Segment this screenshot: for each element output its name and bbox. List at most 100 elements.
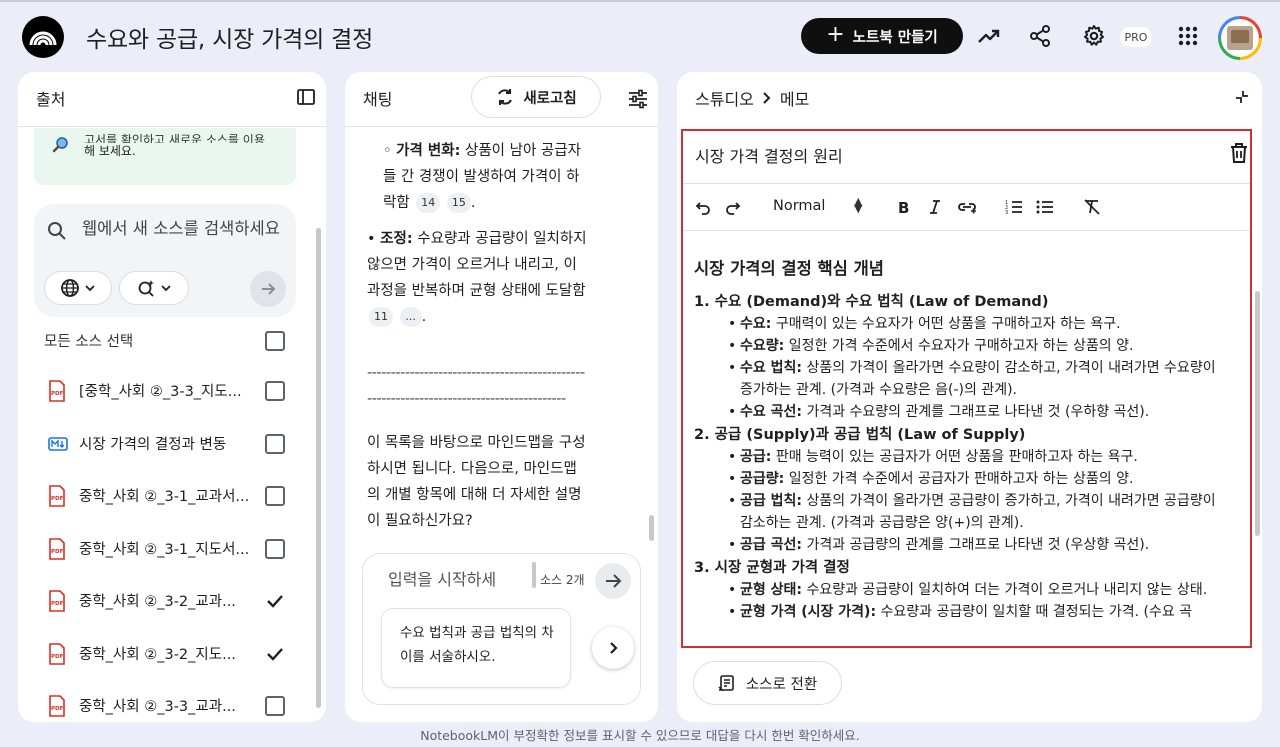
closing-text: 이 목록을 바탕으로 마인드맵을 구성하시면 됩니다. 다음으로, 마인드맵의 …	[367, 435, 586, 529]
source-item[interactable]: PDF 중학_사회 ②_3-2_지도...	[18, 641, 318, 681]
source-item-checkbox[interactable]	[265, 643, 285, 664]
adjust-label: 조정:	[380, 231, 413, 247]
citation-chip[interactable]: 11	[369, 307, 393, 327]
note-bullet-list: 수요: 구매력이 있는 수요자가 어떤 상품을 구매하고자 하는 욕구.수요량:…	[728, 313, 1224, 423]
source-item-checkbox[interactable]	[265, 433, 285, 454]
sparkle-search-icon	[138, 280, 154, 297]
chat-panel: 채팅 새로고침 ◦ 가격 변화: 상품이 남아 공급자들 간 경쟁이 발생하여 …	[345, 72, 658, 722]
note-bullet-item: 공급량: 일정한 가격 수준에서 공급자가 판매하고자 하는 상품의 양.	[728, 468, 1224, 490]
svg-text:B: B	[898, 199, 909, 215]
collapse-panel-icon[interactable]	[1233, 88, 1251, 110]
chat-settings-icon[interactable]	[627, 88, 649, 114]
breadcrumb-studio[interactable]: 스튜디오	[695, 86, 754, 110]
note-bullet-item: 균형 가격 (시장 가격): 수요량과 공급량이 일치할 때 결정되는 가격. …	[728, 601, 1224, 623]
chat-input[interactable]: 입력을 시작하세요...	[388, 567, 516, 597]
chevron-right-icon	[763, 92, 771, 104]
redo-icon[interactable]	[725, 199, 741, 219]
source-item-label: 중학_사회 ②_3-3_교과...	[79, 699, 236, 715]
undo-icon[interactable]	[695, 199, 711, 219]
gear-icon[interactable]	[1079, 21, 1109, 51]
source-item[interactable]: PDF 중학_사회 ②_3-1_지도서...	[18, 536, 318, 576]
source-item-checkbox[interactable]	[265, 538, 285, 559]
source-item-checkbox[interactable]	[265, 486, 285, 506]
divider-text: ----------------------------------------…	[367, 365, 585, 407]
note-bullet-item: 공급 법칙: 상품의 가격이 올라가면 공급량이 증가하고, 가격이 내려가면 …	[728, 490, 1224, 534]
convert-to-source-button[interactable]: 소스로 전환	[693, 661, 842, 705]
sources-scrollbar[interactable]	[316, 228, 321, 708]
discover-hint-card: 고서를 확인하고 새로운 소스를 이용 해 보세요.	[34, 128, 296, 185]
panel-collapse-icon[interactable]	[296, 87, 316, 111]
chat-input-card: 입력을 시작하세요... 소스 2개 수요 법칙과 공급 법칙의 차이를 서술하…	[362, 553, 641, 705]
note-definition: 판매 능력이 있는 공급자가 어떤 상품을 판매하고자 하는 욕구.	[775, 449, 1138, 465]
chevron-down-icon	[85, 285, 95, 292]
svg-text:PDF: PDF	[51, 601, 64, 607]
note-bullet-item: 공급 곡선: 가격과 공급량의 관계를 그래프로 나타낸 것 (우상향 곡선).	[728, 534, 1224, 556]
note-editor: 시장 가격 결정의 원리 Normal ▲ ▼ B 123 시장 가격의 결정 …	[681, 129, 1260, 648]
chat-paragraph-price-change: ◦ 가격 변화: 상품이 남아 공급자들 간 경쟁이 발생하여 가격이 하락함 …	[383, 143, 581, 213]
suggested-question-text: 수요 법칙과 공급 법칙의 차이를 서술하시오.	[400, 625, 554, 665]
web-source-search[interactable]: 웹에서 새 소스를 검색하세요	[34, 204, 296, 317]
citation-more-chip[interactable]: ...	[399, 307, 422, 327]
source-item[interactable]: PDF [중학_사회 ②_3-3_지도...	[18, 378, 318, 418]
source-item[interactable]: PDF 중학_사회 ②_3-3_교과...	[18, 693, 318, 722]
source-item-label: 중학_사회 ②_3-2_교과...	[79, 594, 236, 610]
sources-title: 출처	[36, 90, 66, 109]
source-item-checkbox[interactable]	[265, 696, 285, 716]
share-icon[interactable]	[1025, 21, 1055, 51]
note-definition: 가격과 공급량의 관계를 그래프로 나타낸 것 (우상향 곡선).	[806, 537, 1150, 553]
bold-icon[interactable]: B	[896, 199, 912, 219]
italic-icon[interactable]	[927, 199, 943, 219]
select-all-checkbox[interactable]	[265, 331, 285, 351]
citation-chip[interactable]: 15	[446, 193, 471, 213]
research-mode-dropdown[interactable]	[119, 271, 189, 305]
apps-grid-icon[interactable]	[1173, 21, 1203, 51]
refresh-button[interactable]: 새로고침	[471, 76, 601, 118]
price-change-label: 가격 변화:	[396, 143, 461, 159]
note-term: 공급 곡선:	[740, 537, 802, 553]
source-item[interactable]: 시장 가격의 결정과 변동	[18, 431, 318, 471]
notebook-title[interactable]: 수요와 공급, 시장 가격의 결정	[86, 20, 373, 54]
note-content[interactable]: 시장 가격의 결정 핵심 개념 1. 수요 (Demand)와 수요 법칙 (L…	[694, 255, 1224, 645]
chat-scrollbar[interactable]	[649, 515, 654, 541]
source-item-checkbox[interactable]	[265, 591, 285, 611]
pdf-file-icon: PDF	[48, 485, 66, 511]
clear-formatting-icon[interactable]	[1083, 199, 1101, 219]
trash-icon[interactable]	[1229, 142, 1249, 168]
note-title-field[interactable]: 시장 가격 결정의 원리	[695, 143, 843, 167]
svg-text:3: 3	[1005, 210, 1008, 215]
notebooklm-logo-icon[interactable]	[22, 16, 64, 58]
note-term: 균형 상태:	[740, 582, 802, 598]
chat-paragraph-adjust: • 조정: 수요량과 공급량이 일치하지 않으면 가격이 오르거나 내리고, 이…	[367, 231, 587, 327]
note-bullet-item: 공급: 판매 능력이 있는 공급자가 어떤 상품을 판매하고자 하는 욕구.	[728, 446, 1224, 468]
next-suggestion-button[interactable]	[592, 627, 634, 669]
source-count: 소스 2개	[540, 573, 585, 587]
note-scrollbar[interactable]	[1255, 291, 1260, 536]
markdown-file-icon	[48, 433, 68, 459]
send-button[interactable]	[595, 563, 631, 599]
account-avatar[interactable]	[1218, 16, 1262, 60]
bulleted-list-icon[interactable]	[1036, 199, 1054, 219]
suggested-question-chip[interactable]: 수요 법칙과 공급 법칙의 차이를 서술하시오.	[381, 608, 571, 688]
pdf-file-icon: PDF	[48, 537, 66, 564]
create-notebook-button[interactable]: + 노트북 만들기	[801, 18, 963, 54]
select-all-label: 모든 소스 선택	[44, 334, 134, 350]
source-item-checkbox[interactable]	[265, 381, 285, 401]
note-heading: 시장 가격의 결정 핵심 개념	[694, 259, 884, 278]
numbered-list-icon[interactable]: 123	[1005, 199, 1023, 219]
trending-up-icon[interactable]	[974, 21, 1004, 51]
svg-text:PDF: PDF	[51, 706, 64, 712]
toolbar-divider	[683, 230, 1250, 231]
citation-chip[interactable]: 14	[416, 193, 441, 213]
note-bullet-item: 수요: 구매력이 있는 수요자가 어떤 상품을 구매하고자 하는 욕구.	[728, 313, 1224, 335]
app-header: 수요와 공급, 시장 가격의 결정 + 노트북 만들기 PRO	[0, 2, 1280, 68]
web-source-dropdown[interactable]	[44, 271, 112, 305]
source-item[interactable]: PDF 중학_사회 ②_3-1_교과서...	[18, 483, 318, 523]
note-definition: 수요량과 공급량이 일치하여 더는 가격이 오르거나 내리지 않는 상태.	[806, 582, 1208, 598]
note-bullet-item: 수요량: 일정한 가격 수준에서 수요자가 구매하고자 하는 상품의 양.	[728, 335, 1224, 357]
text-style-select[interactable]: Normal	[773, 198, 825, 214]
search-submit-button[interactable]	[250, 271, 286, 307]
source-item[interactable]: PDF 중학_사회 ②_3-2_교과...	[18, 588, 318, 628]
search-input[interactable]: 웹에서 새 소스를 검색하세요	[82, 216, 282, 242]
input-scrollbar	[532, 562, 536, 588]
link-icon[interactable]	[957, 199, 977, 219]
